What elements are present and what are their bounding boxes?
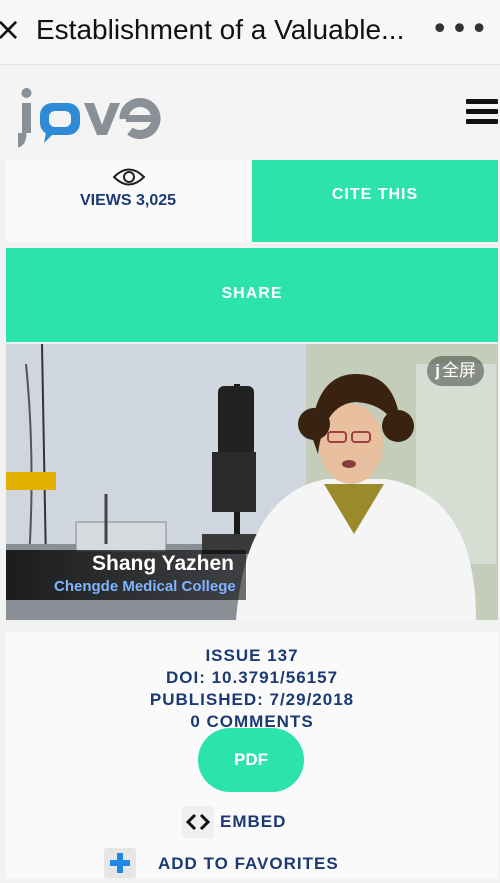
speaker-affiliation: Chengde Medical College xyxy=(54,578,236,595)
fullscreen-button[interactable]: j 全屏 xyxy=(427,356,484,386)
issue-label: ISSUE 137 xyxy=(205,646,299,665)
jove-mini-icon: j xyxy=(435,361,440,380)
speaker-name: Shang Yazhen xyxy=(92,552,234,575)
eye-icon xyxy=(113,168,145,186)
cite-this-label: CITE THIS xyxy=(331,186,419,203)
article-info-card: ISSUE 137 DOI: 10.3791/56157 PUBLISHED: … xyxy=(6,632,498,878)
share-button[interactable]: SHARE xyxy=(6,248,498,342)
cite-this-button[interactable]: CITE THIS xyxy=(252,160,498,242)
hamburger-icon[interactable] xyxy=(466,99,498,127)
browser-top-bar: × Establishment of a Valuable... ••• xyxy=(0,0,500,65)
plus-icon xyxy=(104,848,136,878)
views-label: VIEWS 3,025 xyxy=(79,192,177,209)
views-counter: VIEWS 3,025 xyxy=(6,160,250,242)
share-label: SHARE xyxy=(221,285,283,302)
published-label: PUBLISHED: 7/29/2018 xyxy=(149,690,355,709)
doi-label[interactable]: DOI: 10.3791/56157 xyxy=(6,668,498,688)
pdf-button[interactable]: PDF xyxy=(198,728,304,792)
video-player[interactable]: j 全屏 Shang Yazhen Chengde Medical College xyxy=(6,344,498,620)
code-icon xyxy=(182,806,214,838)
site-header xyxy=(0,65,500,159)
more-options-icon[interactable]: ••• xyxy=(431,12,490,47)
jove-logo[interactable] xyxy=(15,77,168,149)
fullscreen-label: 全屏 xyxy=(442,361,476,380)
close-icon[interactable]: × xyxy=(0,13,22,45)
embed-label: EMBED xyxy=(220,812,287,831)
add-to-favorites-label: ADD TO FAVORITES xyxy=(158,854,339,873)
pdf-label: PDF xyxy=(234,750,268,769)
page-title: Establishment of a Valuable... xyxy=(36,14,405,45)
